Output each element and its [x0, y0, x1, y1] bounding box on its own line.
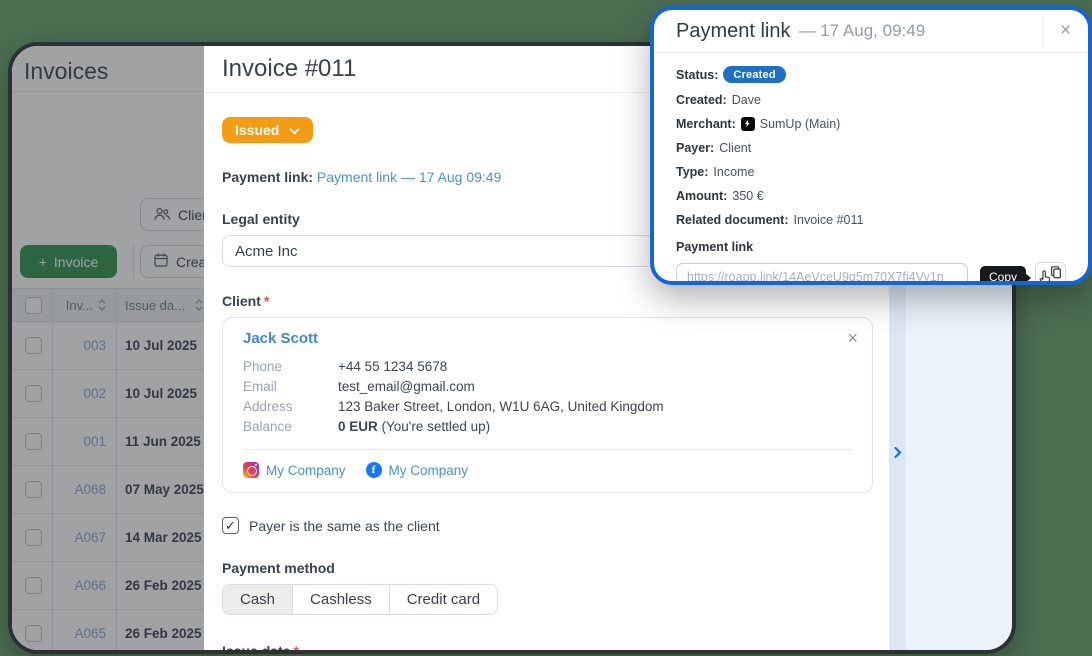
payer-row-label: Payer:	[676, 141, 714, 155]
payer-same-checkbox[interactable]: ✓	[222, 517, 239, 534]
facebook-label: My Company	[389, 463, 469, 478]
copy-tooltip[interactable]: Copy	[980, 266, 1026, 286]
client-balance-row: Balance 0 EUR (You're settled up)	[243, 417, 852, 437]
invoices-list-pane: Invoices Client + Invoice	[12, 46, 204, 650]
payment-method-segmented: Cash Cashless Credit card	[222, 584, 498, 615]
payment-link-label: Payment link:	[222, 169, 313, 185]
related-document-label: Related document:	[676, 213, 789, 227]
payment-method-label: Payment method	[222, 560, 873, 576]
merchant-row-label: Merchant:	[676, 117, 736, 131]
payment-link-input-row: Copy	[676, 262, 1066, 285]
type-row-label: Type:	[676, 165, 708, 179]
required-mark: *	[264, 293, 269, 309]
client-phone-row: Phone +44 55 1234 5678	[243, 357, 852, 377]
related-document-link[interactable]: Invoice #011	[794, 213, 864, 227]
copy-link-button[interactable]	[1035, 262, 1066, 285]
status-label: Issued	[235, 122, 279, 138]
balance-note: (You're settled up)	[382, 419, 491, 434]
modal-row-payer: Payer: Client	[676, 140, 1066, 155]
address-label: Address	[243, 397, 338, 417]
created-row-value: Dave	[732, 93, 761, 107]
status-badge: Created	[723, 66, 785, 83]
client-email-row: Email test_email@gmail.com	[243, 377, 852, 397]
status-row-label: Status:	[676, 68, 718, 82]
app-background: Invoices Client + Invoice	[0, 0, 1092, 656]
chevron-right-icon[interactable]	[894, 446, 902, 464]
type-row-value: Income	[713, 165, 754, 179]
phone-label: Phone	[243, 357, 338, 377]
sumup-logo-icon	[741, 117, 755, 131]
payer-row-link[interactable]: Client	[719, 141, 751, 155]
payment-link-field-label: Payment link	[676, 240, 1066, 254]
instagram-link[interactable]: My Company	[243, 462, 346, 478]
payment-link-url-input[interactable]	[676, 263, 968, 285]
amount-row-label: Amount:	[676, 189, 727, 203]
modal-row-created: Created: Dave	[676, 92, 1066, 107]
modal-row-related-document: Related document: Invoice #011	[676, 212, 1066, 227]
client-name-link[interactable]: Jack Scott	[243, 330, 318, 347]
modal-title: Payment link	[676, 20, 791, 43]
facebook-link[interactable]: f My Company	[366, 462, 469, 478]
invoice-title: Invoice #011	[222, 55, 356, 83]
chevron-down-icon	[289, 122, 300, 138]
instagram-icon	[243, 462, 259, 478]
email-value: test_email@gmail.com	[338, 377, 475, 397]
instagram-label: My Company	[266, 463, 346, 478]
payment-method-cash[interactable]: Cash	[223, 585, 293, 614]
facebook-icon: f	[366, 462, 382, 478]
hand-cursor-icon	[1037, 268, 1054, 285]
modal-body: Status: Created Created: Dave Merchant: …	[654, 53, 1088, 285]
client-card: Jack Scott × Phone +44 55 1234 5678 Emai…	[222, 317, 873, 493]
modal-row-amount: Amount: 350 €	[676, 188, 1066, 203]
social-links-row: My Company f My Company	[243, 460, 852, 480]
payer-same-label: Payer is the same as the client	[249, 518, 440, 534]
phone-value: +44 55 1234 5678	[338, 357, 447, 377]
merchant-row-value: SumUp (Main)	[760, 117, 841, 131]
client-address-row: Address 123 Baker Street, London, W1U 6A…	[243, 397, 852, 417]
payment-method-cashless[interactable]: Cashless	[293, 585, 390, 614]
status-dropdown-button[interactable]: Issued	[222, 117, 313, 143]
amount-row-value: 350 €	[732, 189, 763, 203]
issue-date-label: Issue date*	[222, 643, 873, 650]
close-icon[interactable]: ×	[1042, 17, 1088, 45]
modal-backdrop[interactable]	[12, 46, 204, 650]
balance-label: Balance	[243, 417, 338, 437]
payment-method-credit-card[interactable]: Credit card	[390, 585, 497, 614]
payment-link-value-link[interactable]: Payment link — 17 Aug 09:49	[317, 169, 501, 185]
modal-header: Payment link — 17 Aug, 09:49 ×	[654, 10, 1088, 52]
email-label: Email	[243, 377, 338, 397]
legal-entity-value: Acme Inc	[235, 243, 298, 260]
client-label: Client*	[222, 293, 873, 309]
modal-row-status: Status: Created	[676, 66, 1066, 83]
balance-value: 0 EUR	[338, 419, 378, 434]
address-value: 123 Baker Street, London, W1U 6AG, Unite…	[338, 397, 664, 417]
required-mark: *	[293, 643, 298, 650]
modal-row-type: Type: Income	[676, 164, 1066, 179]
payment-link-modal: Payment link — 17 Aug, 09:49 × Status: C…	[650, 6, 1092, 285]
modal-row-merchant: Merchant: SumUp (Main)	[676, 116, 1066, 131]
created-row-label: Created:	[676, 93, 727, 107]
payer-same-row[interactable]: ✓ Payer is the same as the client	[222, 517, 873, 534]
modal-subtitle: — 17 Aug, 09:49	[799, 21, 926, 41]
divider	[243, 449, 852, 450]
close-icon[interactable]: ×	[847, 328, 858, 349]
